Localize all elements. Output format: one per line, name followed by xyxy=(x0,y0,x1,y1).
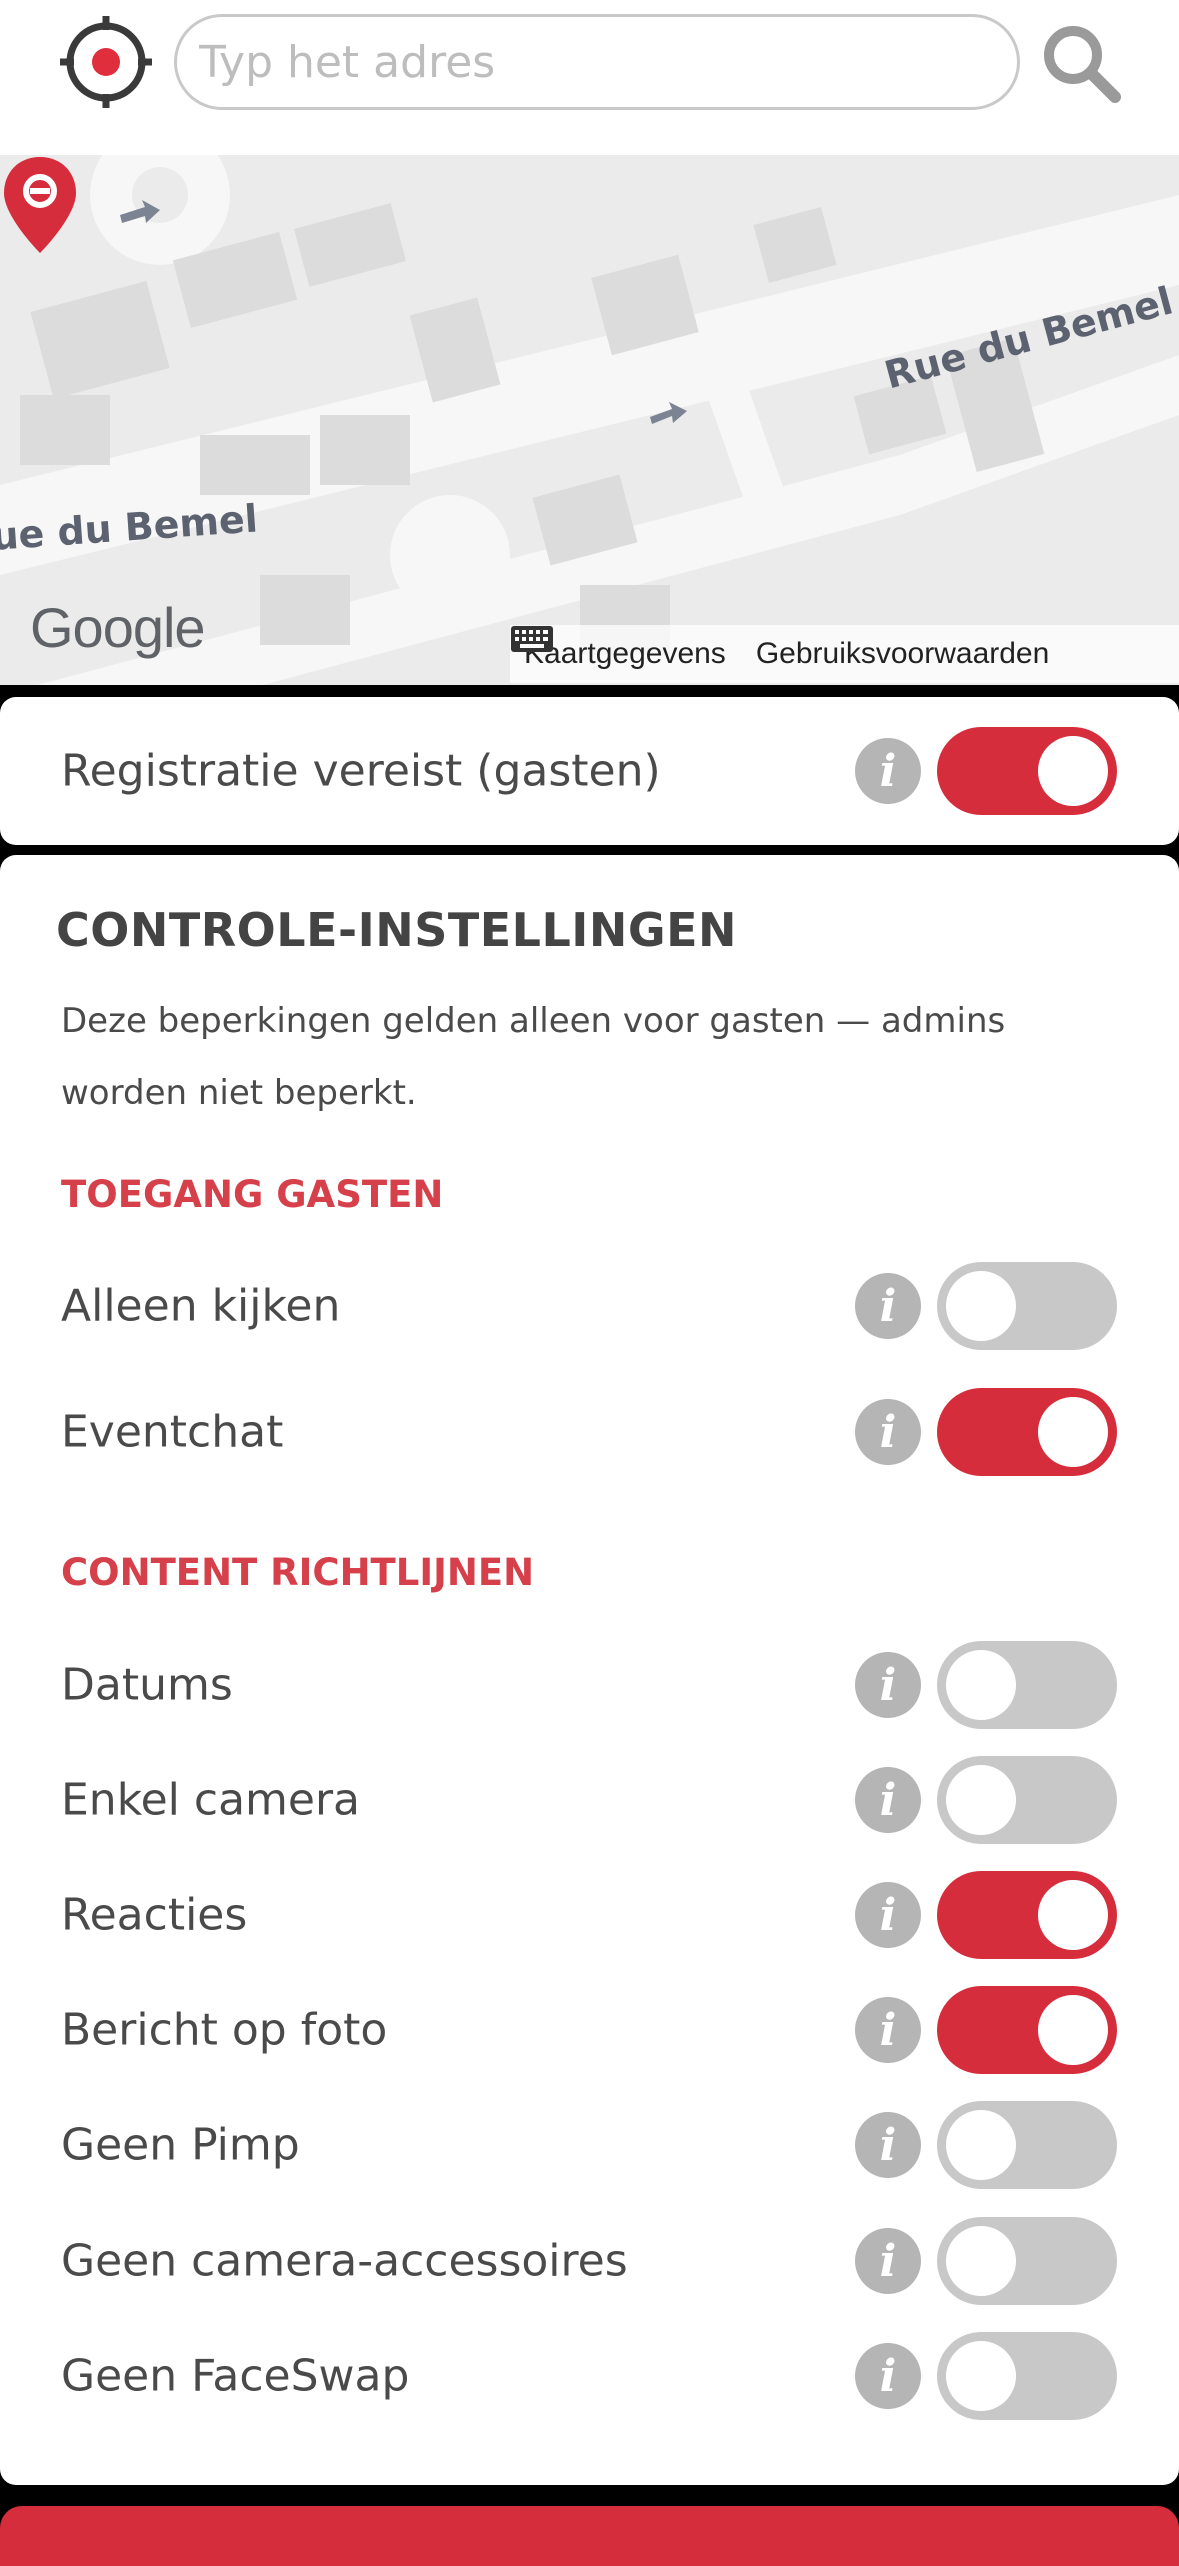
setting-row: Geen FaceSwap i xyxy=(0,2331,1179,2421)
setting-row: Alleen kijken i xyxy=(0,1261,1179,1351)
photo-message-toggle[interactable] xyxy=(937,1986,1117,2074)
toggle-knob xyxy=(946,2110,1016,2180)
toggle-knob xyxy=(1038,1995,1108,2065)
map-data-link[interactable]: Kaartgegevens xyxy=(524,637,726,671)
dates-toggle[interactable] xyxy=(937,1641,1117,1729)
content-guidelines-heading: CONTENT RICHTLIJNEN xyxy=(61,1551,535,1594)
setting-row: Enkel camera i xyxy=(0,1755,1179,1845)
setting-label: Geen Pimp xyxy=(61,2119,300,2171)
setting-row: Datums i xyxy=(0,1640,1179,1730)
toggle-knob xyxy=(946,1271,1016,1341)
info-icon[interactable]: i xyxy=(855,738,921,804)
magnifier-icon xyxy=(1044,26,1121,103)
section-description: Deze beperkingen gelden alleen voor gast… xyxy=(61,1001,1006,1113)
bottom-action-bar[interactable] xyxy=(0,2506,1179,2566)
section-title: CONTROLE-INSTELLINGEN xyxy=(56,903,738,957)
toggle-knob xyxy=(946,2341,1016,2411)
search-bar xyxy=(0,0,1179,155)
no-camera-accessories-toggle[interactable] xyxy=(937,2217,1117,2305)
setting-label: Eventchat xyxy=(61,1406,284,1458)
setting-row: Eventchat i xyxy=(0,1387,1179,1477)
reactions-toggle[interactable] xyxy=(937,1871,1117,1959)
registration-card: Registratie vereist (gasten) i xyxy=(0,697,1179,845)
info-icon[interactable]: i xyxy=(855,1997,921,2063)
setting-row: Reacties i xyxy=(0,1870,1179,1960)
google-logo: Google xyxy=(30,596,206,659)
toggle-knob xyxy=(1038,1397,1108,1467)
no-pimp-toggle[interactable] xyxy=(937,2101,1117,2189)
control-settings-card: CONTROLE-INSTELLINGEN Deze beperkingen g… xyxy=(0,855,1179,2485)
setting-label: Geen camera-accessoires xyxy=(61,2235,628,2287)
event-chat-toggle[interactable] xyxy=(937,1388,1117,1476)
setting-row: Geen Pimp i xyxy=(0,2100,1179,2190)
no-faceswap-toggle[interactable] xyxy=(937,2332,1117,2420)
camera-only-toggle[interactable] xyxy=(937,1756,1117,1844)
setting-label: Reacties xyxy=(61,1889,248,1941)
registration-row: Registratie vereist (gasten) i xyxy=(0,726,1179,816)
registration-label: Registratie vereist (gasten) xyxy=(61,745,661,797)
info-icon[interactable]: i xyxy=(855,1882,921,1948)
toggle-knob xyxy=(1038,1880,1108,1950)
setting-label: Enkel camera xyxy=(61,1774,361,1826)
setting-label: Alleen kijken xyxy=(61,1280,341,1332)
registration-toggle[interactable] xyxy=(937,727,1117,815)
search-button[interactable] xyxy=(1036,18,1126,108)
setting-label: Geen FaceSwap xyxy=(61,2350,410,2402)
setting-row: Geen camera-accessoires i xyxy=(0,2216,1179,2306)
setting-label: Bericht op foto xyxy=(61,2004,388,2056)
info-icon[interactable]: i xyxy=(855,2112,921,2178)
info-icon[interactable]: i xyxy=(855,1399,921,1465)
crosshair-target-icon xyxy=(60,16,152,108)
info-icon[interactable]: i xyxy=(855,1767,921,1833)
locate-button[interactable] xyxy=(58,14,154,110)
map-view[interactable]: Rue du Bemel ue du Bemel Google Kaartgeg… xyxy=(0,155,1179,685)
info-icon[interactable]: i xyxy=(855,2228,921,2294)
map-pin-icon[interactable] xyxy=(0,155,80,255)
info-icon[interactable]: i xyxy=(855,1273,921,1339)
info-icon[interactable]: i xyxy=(855,1652,921,1718)
setting-label: Datums xyxy=(61,1659,233,1711)
info-icon[interactable]: i xyxy=(855,2343,921,2409)
toggle-knob xyxy=(946,1650,1016,1720)
map-attribution: Kaartgegevens Gebruiksvoorwaarden xyxy=(510,625,1179,683)
toggle-knob xyxy=(1038,736,1108,806)
keyboard-icon[interactable] xyxy=(510,625,554,653)
view-only-toggle[interactable] xyxy=(937,1262,1117,1350)
setting-row: Bericht op foto i xyxy=(0,1985,1179,2075)
address-search-input[interactable] xyxy=(174,14,1020,110)
toggle-knob xyxy=(946,1765,1016,1835)
toggle-knob xyxy=(946,2226,1016,2296)
guest-access-heading: TOEGANG GASTEN xyxy=(61,1173,444,1216)
terms-link[interactable]: Gebruiksvoorwaarden xyxy=(756,637,1049,671)
